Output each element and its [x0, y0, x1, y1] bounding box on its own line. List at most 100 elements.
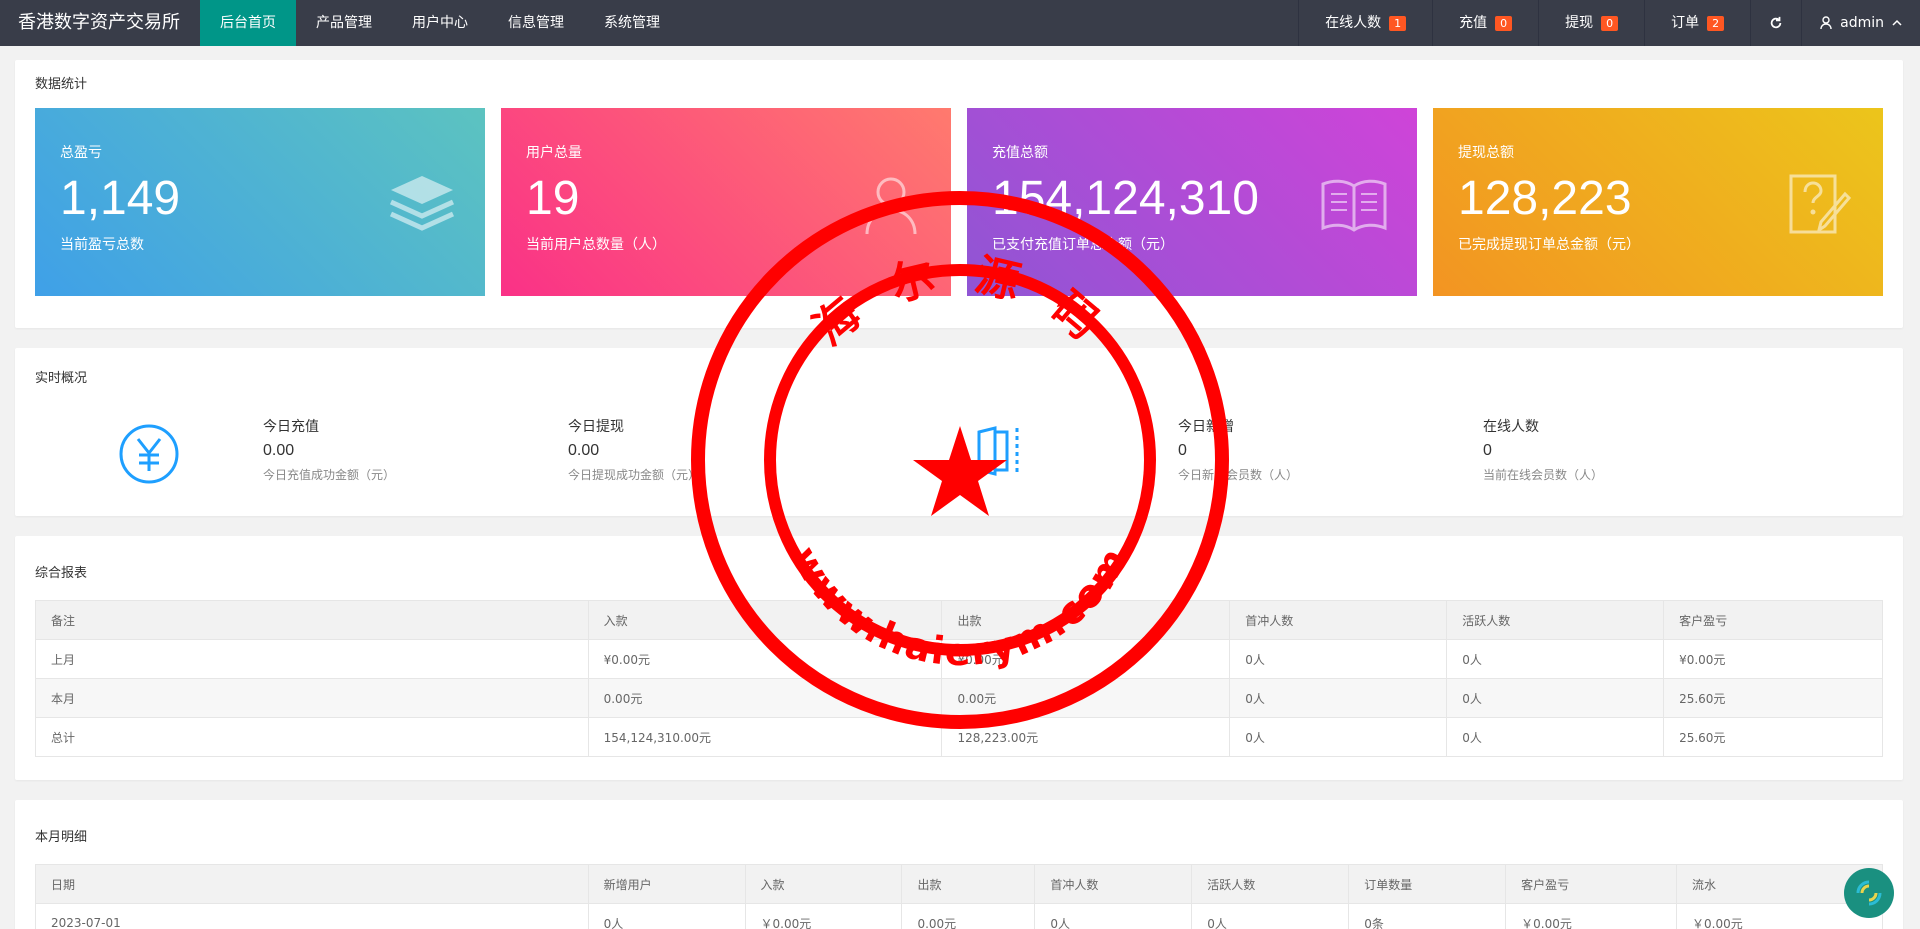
- refresh-icon: [1770, 16, 1782, 29]
- nav-info[interactable]: 信息管理: [488, 0, 584, 46]
- rt-desc: 今日充值成功金额（元）: [263, 468, 396, 482]
- realtime-card: 实时概况 今日充值 0.00 今日充值成功金额（元） 今日提现 0.00 今日提…: [15, 348, 1903, 516]
- stat-title: 提现总额: [1458, 145, 1514, 161]
- cell: ¥0.00元: [587, 639, 943, 679]
- top-navbar: 香港数字资产交易所 后台首页 产品管理 用户中心 信息管理 系统管理 在线人数 …: [0, 0, 1920, 46]
- col-header: 客户盈亏: [1663, 600, 1883, 640]
- table-row: 总计 154,124,310.00元 128,223.00元 0人 0人 25.…: [35, 717, 1883, 757]
- rt-desc: 今日新增会员数（人）: [1178, 468, 1299, 482]
- cell: 0人: [1446, 639, 1665, 679]
- cell: 0人: [1229, 717, 1448, 757]
- cell: 154,124,310.00元: [587, 717, 943, 757]
- rt-label: 今日充值: [263, 419, 319, 435]
- cell: 2023-07-01: [35, 903, 589, 929]
- online-users-link[interactable]: 在线人数 1: [1298, 0, 1432, 46]
- realtime-card-title: 实时概况: [35, 371, 88, 386]
- nav-users[interactable]: 用户中心: [392, 0, 488, 46]
- col-header: 出款: [901, 864, 1036, 904]
- stat-total-recharge: 充值总额 154,124,310 已支付充值订单总金额（元）: [967, 108, 1417, 296]
- page-scrollbar[interactable]: [1910, 92, 1920, 929]
- col-header: 入款: [744, 864, 903, 904]
- stats-card: 数据统计 总盈亏 1,149 当前盈亏总数 用户总量 19 当前用户总数量（人）: [15, 60, 1903, 328]
- rt-label: 在线人数: [1483, 419, 1539, 435]
- stat-total-users: 用户总量 19 当前用户总数量（人）: [501, 108, 951, 296]
- cell: 25.60元: [1663, 678, 1883, 718]
- rt-value: 0.00: [263, 442, 295, 459]
- table-row: 本月 0.00元 0.00元 0人 0人 25.60元: [35, 678, 1883, 718]
- cell: 0.00元: [901, 903, 1036, 929]
- col-header: 首冲人数: [1229, 600, 1448, 640]
- orders-link[interactable]: 订单 2: [1644, 0, 1750, 46]
- cell: 0.00元: [941, 678, 1231, 718]
- cell: ¥0.00元: [1663, 639, 1883, 679]
- rt-value: 0.00: [568, 442, 600, 459]
- cell: 0人: [1034, 903, 1193, 929]
- recharge-link[interactable]: 充值 0: [1432, 0, 1538, 46]
- nav-products[interactable]: 产品管理: [296, 0, 392, 46]
- col-header: 新增用户: [587, 864, 746, 904]
- rt-value: 0: [1483, 442, 1492, 459]
- cell: 0人: [1229, 639, 1448, 679]
- rt-label: 今日提现: [568, 419, 624, 435]
- nav-right: 在线人数 1 充值 0 提现 0 订单 2 admin: [1298, 0, 1920, 46]
- withdraw-label: 提现: [1565, 15, 1594, 31]
- main-nav: 后台首页 产品管理 用户中心 信息管理 系统管理: [200, 0, 680, 46]
- col-header: 客户盈亏: [1505, 864, 1678, 904]
- cell: 总计: [35, 717, 589, 757]
- cell: ￥0.00元: [744, 903, 903, 929]
- detail-table: 日期 新增用户 入款 出款 首冲人数 活跃人数 订单数量 客户盈亏 流水 202…: [35, 864, 1883, 929]
- door-icon: [977, 426, 1019, 476]
- rt-label: 今日新增: [1178, 419, 1234, 435]
- book-icon: [1321, 179, 1387, 232]
- cell: 上月: [35, 639, 589, 679]
- today-recharge: 今日充值 0.00 今日充值成功金额（元）: [263, 404, 568, 504]
- col-header: 出款: [941, 600, 1231, 640]
- today-withdraw: 今日提现 0.00 今日提现成功金额（元）: [568, 404, 873, 504]
- col-header: 订单数量: [1348, 864, 1507, 904]
- online-badge: 1: [1389, 15, 1407, 31]
- cell: 25.60元: [1663, 717, 1883, 757]
- cell: 0人: [1446, 717, 1665, 757]
- recharge-badge: 0: [1495, 15, 1513, 31]
- cell: ¥0.00元: [941, 639, 1231, 679]
- floating-assistant-button[interactable]: [1844, 868, 1894, 918]
- cell: 0人: [1229, 678, 1448, 718]
- cell: 本月: [35, 678, 589, 718]
- cell: 0.00元: [587, 678, 943, 718]
- nav-home[interactable]: 后台首页: [200, 0, 296, 46]
- stat-title: 总盈亏: [60, 145, 102, 161]
- cell: ￥0.00元: [1505, 903, 1678, 929]
- cell: 0条: [1348, 903, 1507, 929]
- user-menu[interactable]: admin: [1801, 0, 1920, 46]
- cell: 0人: [1446, 678, 1665, 718]
- rt-value: 0: [1178, 442, 1187, 459]
- detail-card: 本月明细 日期 新增用户 入款 出款 首冲人数 活跃人数 订单数量 客户盈亏 流…: [15, 800, 1903, 929]
- yuan-icon: [35, 404, 263, 504]
- recharge-label: 充值: [1459, 15, 1488, 31]
- col-header: 日期: [35, 864, 589, 904]
- table-row: 2023-07-01 0人 ￥0.00元 0.00元 0人 0人 0条 ￥0.0…: [35, 903, 1883, 929]
- stat-total-pnl: 总盈亏 1,149 当前盈亏总数: [35, 108, 485, 296]
- refresh-button[interactable]: [1750, 0, 1801, 46]
- table-row: 上月 ¥0.00元 ¥0.00元 0人 0人 ¥0.00元: [35, 639, 1883, 679]
- orders-badge: 2: [1707, 15, 1725, 31]
- withdraw-link[interactable]: 提现 0: [1538, 0, 1644, 46]
- cell: 0人: [1191, 903, 1350, 929]
- cell: 0人: [587, 903, 746, 929]
- stat-title: 用户总量: [526, 145, 582, 161]
- rt-desc: 今日提现成功金额（元）: [568, 468, 701, 482]
- main-content: 数据统计 总盈亏 1,149 当前盈亏总数 用户总量 19 当前用户总数量（人）: [0, 46, 1920, 929]
- col-header: 首冲人数: [1034, 864, 1193, 904]
- edit-question-icon: [1789, 174, 1852, 234]
- col-header: 入款: [587, 600, 943, 640]
- users-icon: [865, 177, 917, 235]
- realtime-middle: [873, 404, 1178, 504]
- nav-system[interactable]: 系统管理: [584, 0, 680, 46]
- report-table: 备注 入款 出款 首冲人数 活跃人数 客户盈亏 上月 ¥0.00元 ¥0.00元…: [35, 600, 1883, 757]
- user-icon: [1820, 16, 1832, 30]
- online-label: 在线人数: [1325, 15, 1382, 31]
- withdraw-badge: 0: [1601, 15, 1619, 31]
- cell: 128,223.00元: [941, 717, 1231, 757]
- chevron-up-icon: [1892, 19, 1902, 26]
- report-card-title: 综合报表: [35, 566, 88, 581]
